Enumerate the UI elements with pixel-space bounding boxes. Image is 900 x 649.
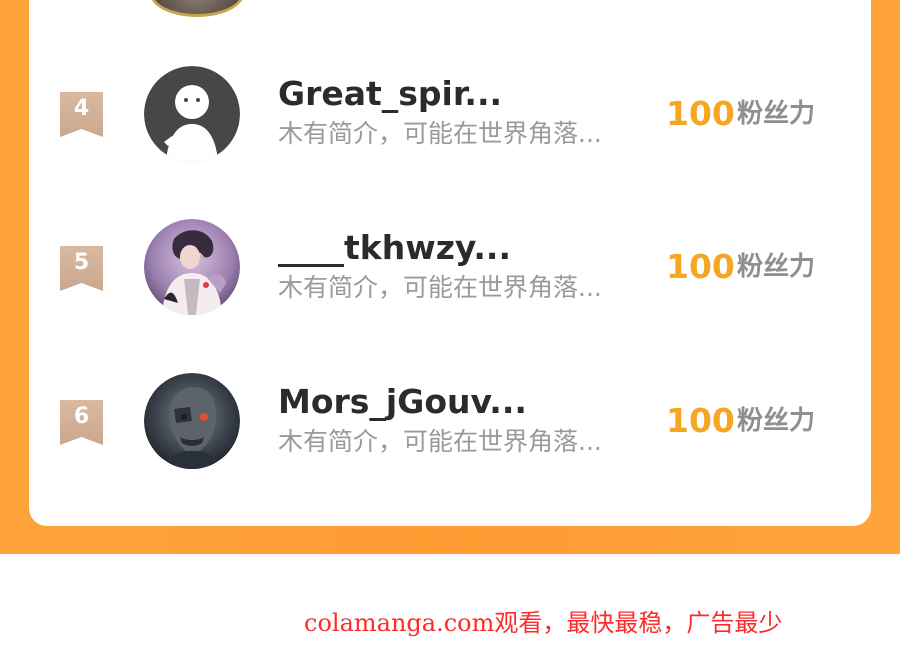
rank-number: 5 (73, 250, 90, 275)
rank-badge: 5 (60, 246, 103, 291)
user-avatar[interactable] (144, 219, 240, 315)
user-bio: 木有简介，可能在世界角落... (278, 273, 602, 302)
user-bio: 木有简介，可能在世界角落... (278, 427, 602, 456)
fan-power-score: 100 (666, 401, 735, 440)
user-avatar[interactable] (144, 373, 240, 469)
rank-badge: 4 (60, 92, 103, 137)
user-name[interactable]: ____tkhwzy... (278, 228, 511, 268)
user-name[interactable]: Great_spir... (278, 74, 502, 114)
default-ghost-avatar-icon (144, 66, 240, 162)
rank-number: 4 (73, 96, 90, 121)
cyborg-face-avatar-icon (144, 373, 240, 469)
fan-power-label: 粉丝力 (737, 99, 816, 129)
watermark-text: colamanga.com观看，最快最稳，广告最少 (304, 609, 783, 637)
rank-number: 6 (73, 404, 90, 429)
fan-power-score: 100 (666, 247, 735, 286)
ranking-row[interactable]: 4 Great_spir... 木有简介，可能在世界角落... 100 粉丝力 (0, 64, 900, 164)
ranking-row[interactable]: 5 ____tkhwzy... 木有简介，可能在世界角落... 100 粉丝力 (0, 218, 900, 318)
fan-power-label: 粉丝力 (737, 406, 816, 436)
fan-power-label: 粉丝力 (737, 252, 816, 282)
fan-power-score: 100 (666, 94, 735, 133)
rank-badge: 6 (60, 400, 103, 445)
user-bio: 木有简介，可能在世界角落... (278, 119, 602, 148)
user-name[interactable]: Mors_jGouv... (278, 382, 527, 422)
anime-characters-avatar-icon (144, 219, 240, 315)
ranking-row[interactable]: 6 Mors_jGouv... 木有简介，可能在世界角落... 100 粉丝力 (0, 372, 900, 472)
user-avatar[interactable] (144, 66, 240, 162)
